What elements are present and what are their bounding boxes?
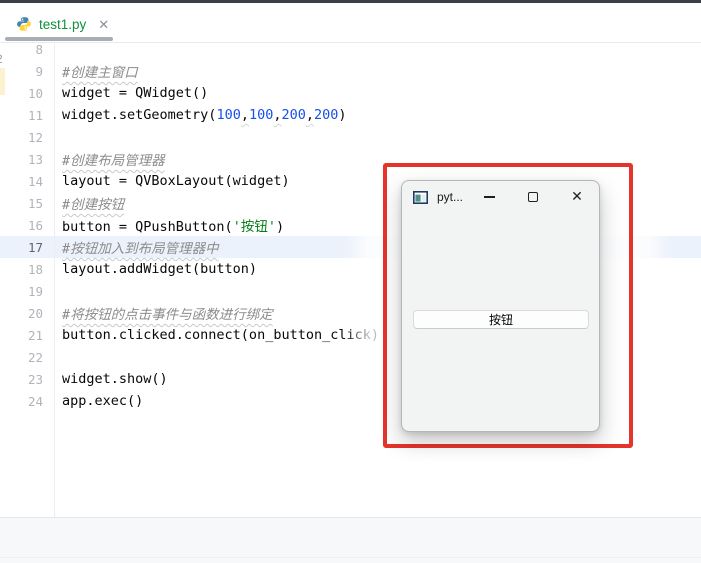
ide-screen: { "tab_bar": { "tab": { "title": "test1.… — [0, 0, 701, 563]
editor-tab-bar: test1.py ✕ — [0, 3, 701, 43]
code-line[interactable]: 10widget = QWidget() — [0, 82, 701, 104]
code-line[interactable]: 11widget.setGeometry(100,100,200,200) — [0, 104, 701, 126]
close-button[interactable]: ✕ — [555, 181, 599, 213]
code-text: #创建布局管理器 — [54, 149, 165, 169]
tab-scrollbar[interactable] — [5, 37, 113, 41]
left-edge-artifact: 2 — [0, 52, 5, 66]
line-number[interactable]: 24 — [0, 394, 54, 409]
code-text: layout.addWidget(button) — [54, 261, 257, 277]
code-text: widget = QWidget() — [54, 85, 208, 101]
code-text: #创建按钮 — [54, 193, 124, 213]
python-file-icon — [16, 16, 32, 32]
minimize-icon — [484, 196, 495, 198]
close-icon: ✕ — [571, 190, 583, 204]
code-text: widget.setGeometry(100,100,200,200) — [54, 107, 347, 123]
qt-window-title: pyt... — [437, 190, 463, 204]
qt-app-window[interactable]: pyt... ✕ 按钮 — [401, 180, 600, 432]
line-number[interactable]: 9 — [0, 64, 54, 79]
qt-window-titlebar[interactable]: pyt... ✕ — [402, 181, 599, 213]
code-text: #按钮加入到布局管理器中 — [54, 237, 219, 257]
line-number[interactable]: 22 — [0, 350, 54, 365]
code-text: app.exec() — [54, 393, 143, 409]
line-number[interactable]: 21 — [0, 328, 54, 343]
line-number[interactable]: 17 — [0, 240, 54, 255]
code-line[interactable]: 12 — [0, 126, 701, 148]
line-number[interactable]: 23 — [0, 372, 54, 387]
line-number[interactable]: 12 — [0, 130, 54, 145]
code-line[interactable]: 8 — [0, 44, 701, 60]
code-line[interactable]: 9#创建主窗口 — [0, 60, 701, 82]
code-text: layout = QVBoxLayout(widget) — [54, 173, 290, 189]
line-number[interactable]: 16 — [0, 218, 54, 233]
gutter-separator — [54, 44, 55, 517]
line-number[interactable]: 15 — [0, 196, 54, 211]
minimize-button[interactable] — [467, 181, 511, 213]
line-number[interactable]: 18 — [0, 262, 54, 277]
status-panel-divider — [0, 557, 701, 558]
qt-app-icon — [413, 191, 428, 204]
code-text: #将按钮的点击事件与函数进行绑定 — [54, 303, 273, 323]
line-number[interactable]: 10 — [0, 86, 54, 101]
qt-window-controls: ✕ — [467, 181, 599, 213]
tab-title: test1.py — [39, 17, 86, 32]
tab-close-icon[interactable]: ✕ — [98, 18, 109, 31]
gutter-yellow-marker — [0, 68, 5, 95]
line-number[interactable]: 20 — [0, 306, 54, 321]
status-panel — [0, 517, 701, 563]
line-number[interactable]: 14 — [0, 174, 54, 189]
line-number[interactable]: 19 — [0, 284, 54, 299]
qt-push-button[interactable]: 按钮 — [413, 310, 589, 329]
line-number[interactable]: 13 — [0, 152, 54, 167]
line-number[interactable]: 11 — [0, 108, 54, 123]
maximize-button[interactable] — [511, 181, 555, 213]
code-text: button = QPushButton('按钮') — [54, 215, 284, 235]
code-text: widget.show() — [54, 371, 168, 387]
line-number[interactable]: 8 — [0, 44, 54, 57]
maximize-icon — [528, 192, 538, 202]
tab-test1-py[interactable]: test1.py ✕ — [16, 10, 109, 38]
code-text: button.clicked.connect(on_button_click) — [54, 327, 379, 343]
code-text: #创建主窗口 — [54, 61, 138, 81]
